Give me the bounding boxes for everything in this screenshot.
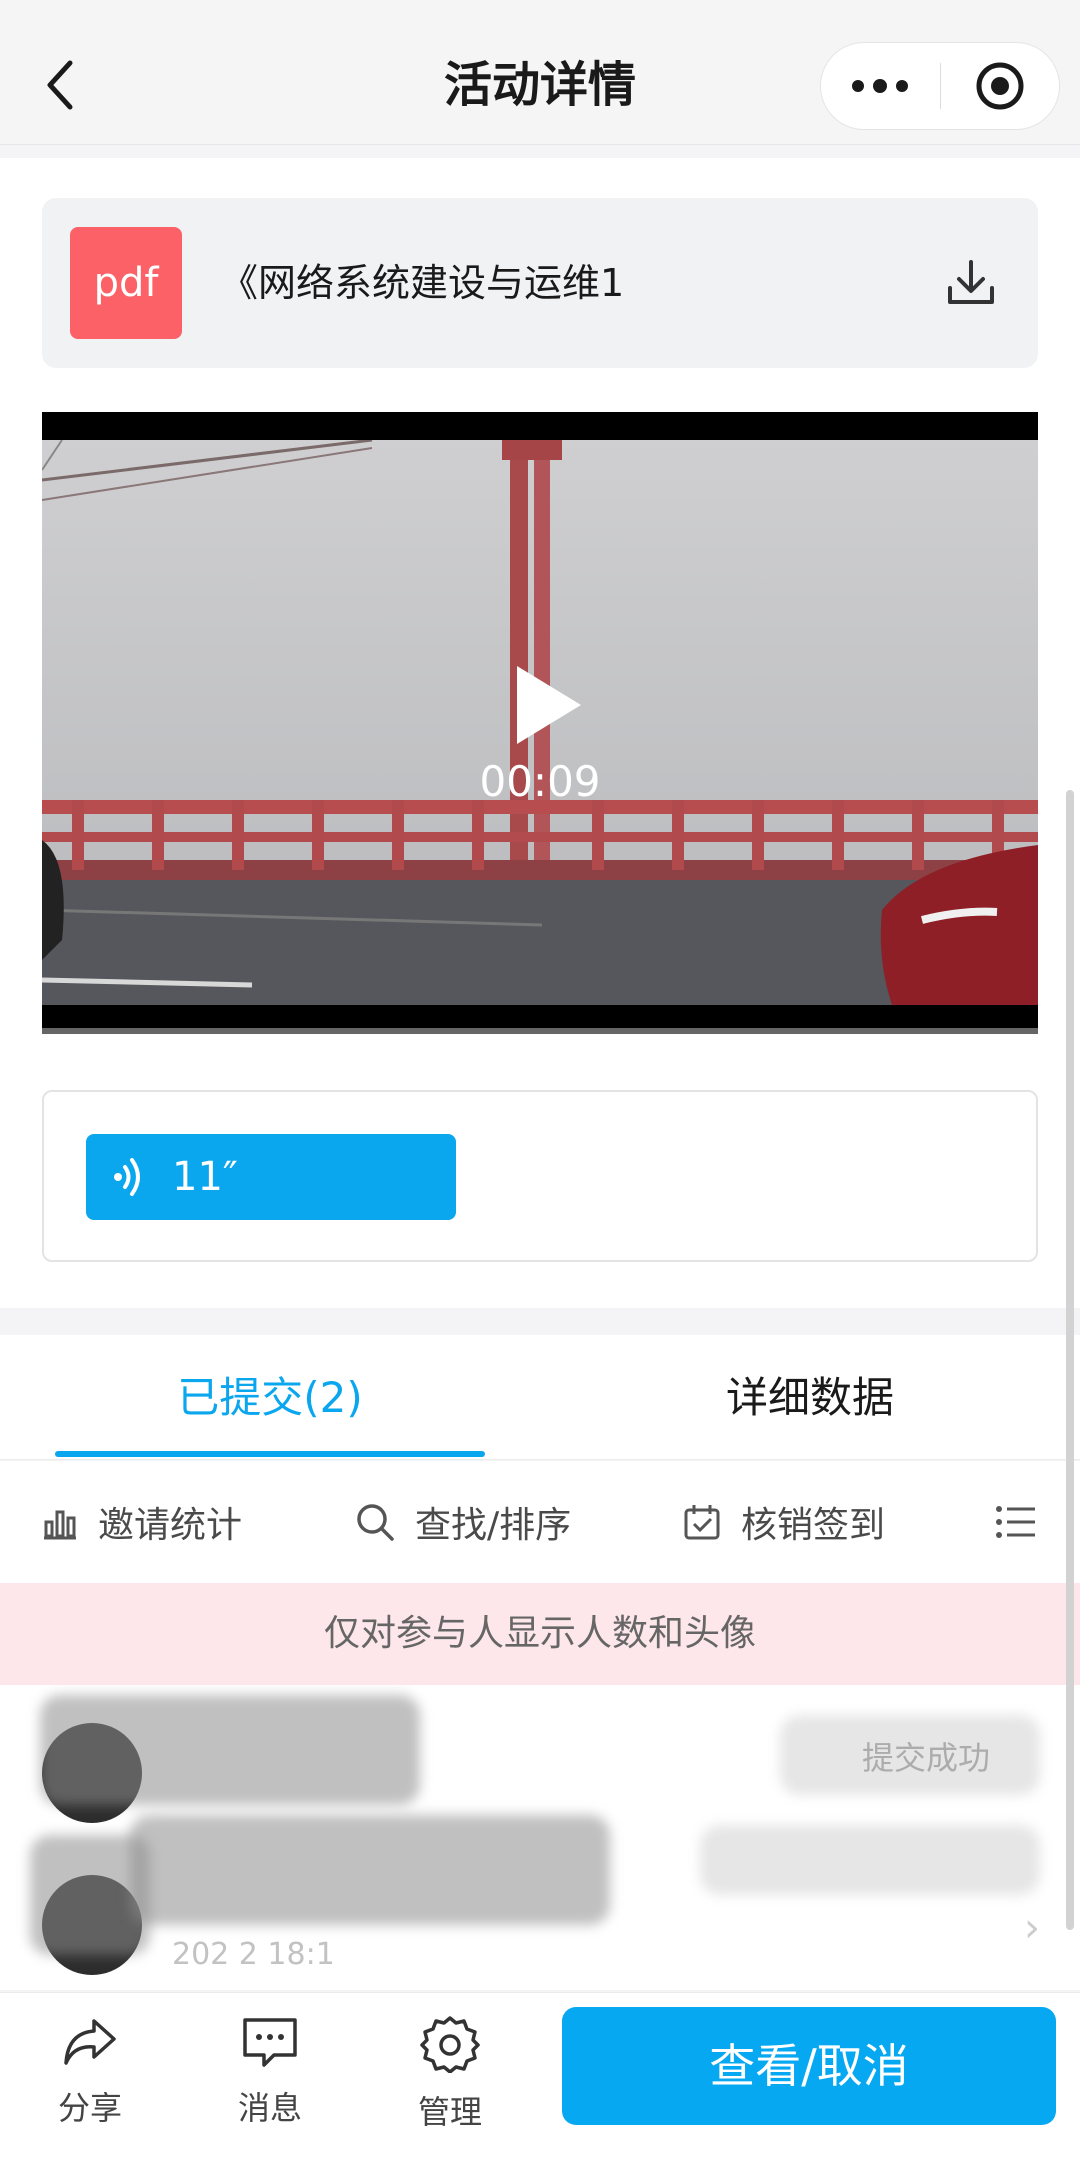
activity-content: pdf 《网络系统建设与运维1 00:09 11″ [0, 158, 1080, 1308]
share-button[interactable]: 分享 [20, 2015, 160, 2129]
pdf-file-icon: pdf [70, 227, 182, 339]
message-icon [243, 2018, 297, 2067]
tab-submitted[interactable]: 已提交(2) [55, 1335, 485, 1460]
more-icon[interactable] [821, 42, 940, 130]
pdf-file-name: 《网络系统建设与运维1 [220, 261, 625, 305]
page-scrollbar[interactable] [1066, 790, 1074, 1930]
search-sort-label: 查找/排序 [415, 1505, 572, 1546]
verify-checkin-button[interactable]: 核销签到 [683, 1461, 885, 1583]
share-icon [64, 2019, 116, 2065]
audio-duration: 11″ [172, 1154, 238, 1200]
message-label: 消息 [237, 2089, 302, 2127]
manage-label: 管理 [417, 2093, 482, 2131]
bar-chart-icon [44, 1510, 76, 1540]
submission-time: 202 2 18:1 [172, 1937, 335, 1972]
result-tabs: 已提交(2) 详细数据 [0, 1335, 1080, 1460]
list-menu-icon[interactable] [995, 1461, 1057, 1583]
sound-wave-icon [114, 1158, 140, 1196]
pdf-attachment[interactable]: pdf 《网络系统建设与运维1 [42, 198, 1038, 368]
invite-stats-button[interactable]: 邀请统计 [42, 1461, 242, 1583]
play-icon[interactable] [507, 660, 587, 750]
redaction-mark [700, 1825, 1040, 1895]
nav-header: 活动详情 [0, 0, 1080, 145]
video-player[interactable]: 00:09 [42, 412, 1038, 1034]
verify-checkin-label: 核销签到 [741, 1505, 886, 1546]
audio-play-button[interactable]: 11″ [86, 1134, 456, 1220]
redaction-mark [780, 1715, 1040, 1795]
invite-stats-label: 邀请统计 [98, 1505, 243, 1546]
gear-icon [420, 2016, 480, 2074]
message-button[interactable]: 消息 [200, 2015, 340, 2129]
audio-message-box: 11″ [42, 1090, 1038, 1262]
redaction-mark [40, 1695, 420, 1805]
share-label: 分享 [57, 2089, 122, 2127]
search-icon [357, 1504, 394, 1541]
redaction-mark [30, 1835, 150, 1955]
redaction-mark [130, 1815, 610, 1925]
mini-program-capsule [820, 42, 1060, 130]
view-cancel-button[interactable]: 查看/取消 [562, 2007, 1056, 2125]
download-icon[interactable] [942, 254, 1000, 312]
close-miniprogram-icon[interactable] [941, 42, 1060, 130]
list-toolbar: 邀请统计 查找/排序 核销签到 [0, 1461, 1080, 1583]
chevron-right-icon: › [1024, 1905, 1040, 1951]
manage-button[interactable]: 管理 [380, 2015, 520, 2133]
active-tab-indicator [55, 1451, 485, 1457]
calendar-check-icon [684, 1505, 720, 1540]
search-sort-button[interactable]: 查找/排序 [355, 1461, 571, 1583]
video-progress-bar[interactable] [42, 1028, 1038, 1034]
participant-list: 提交成功 202 2 18:1 › [0, 1685, 1080, 1990]
tab-detail-data[interactable]: 详细数据 [595, 1335, 1025, 1460]
bottom-action-bar: 分享 消息 管理 查看/取消 [0, 1992, 1080, 2160]
video-duration: 00:09 [479, 757, 601, 806]
privacy-notice: 仅对参与人显示人数和头像 [0, 1583, 1080, 1685]
